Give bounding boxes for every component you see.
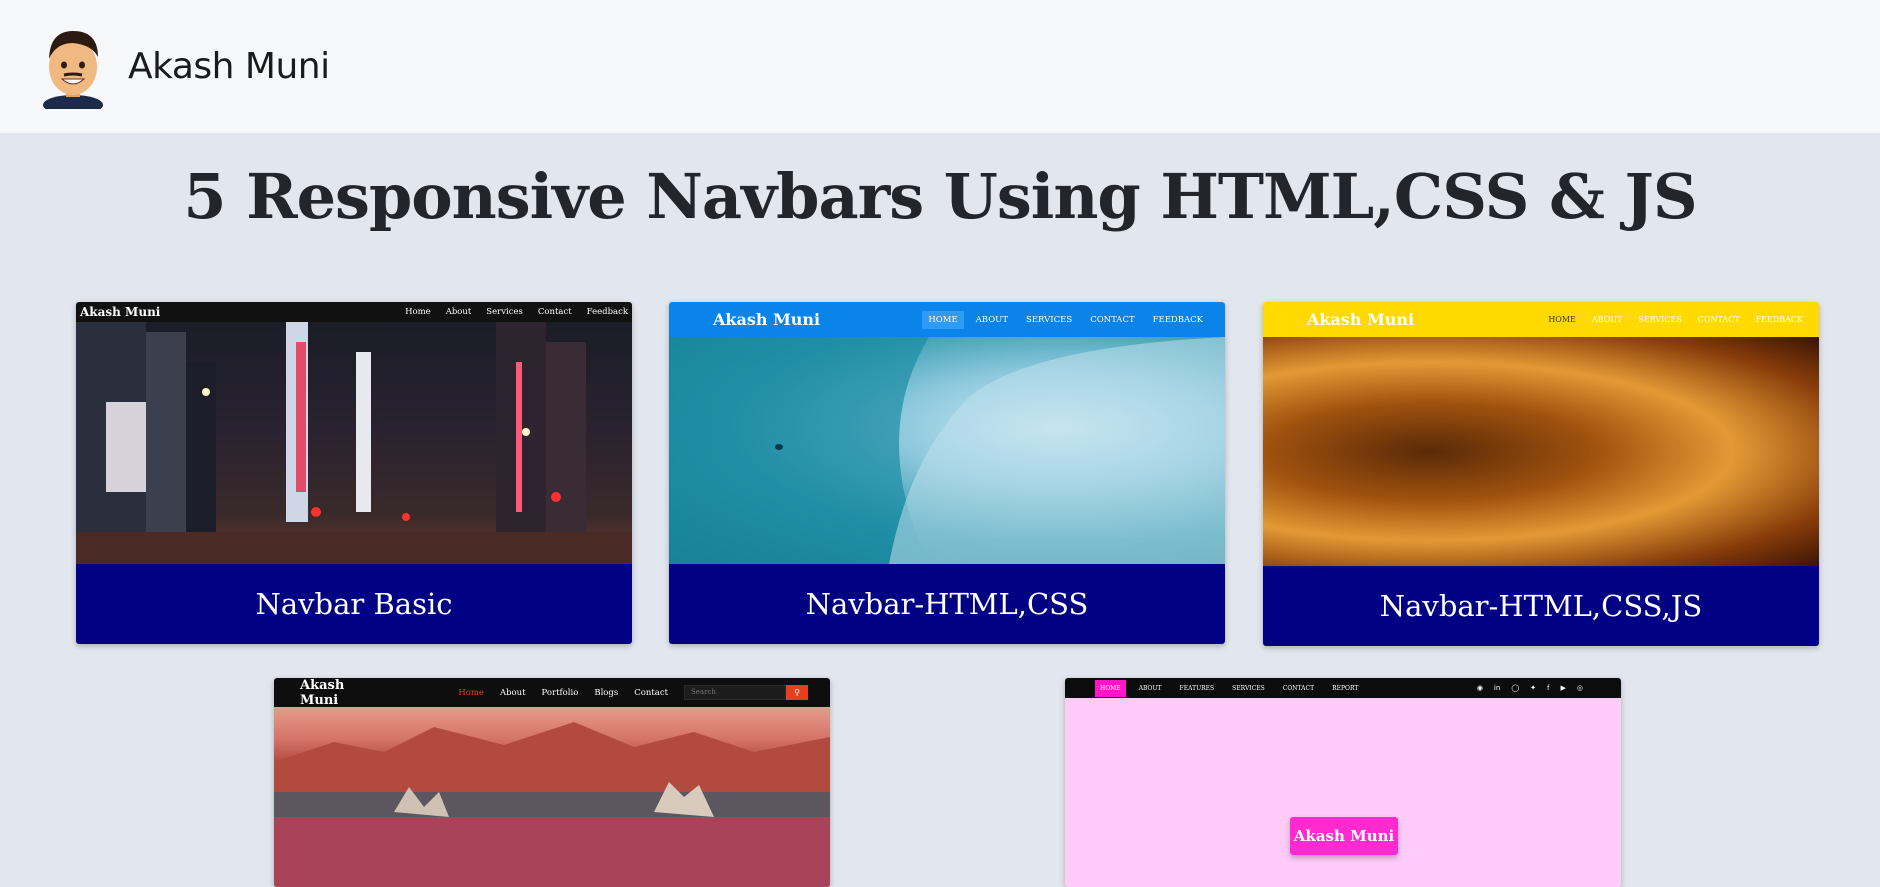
preview-link: About (445, 307, 472, 317)
preview-links: HOME ABOUT SERVICES CONTACT FEEDBACK (1548, 315, 1819, 324)
card-preview: Akash Muni HOME ABOUT SERVICES CONTACT F… (669, 302, 1225, 564)
page-title: 5 Responsive Navbars Using HTML,CSS & JS (183, 160, 1697, 233)
preview-link: SERVICES (1638, 315, 1682, 324)
preview-link: Services (486, 307, 523, 317)
preview-link: Contact (537, 307, 572, 317)
project-card-navbar-basic[interactable]: Akash Muni Home About Services Contact F… (76, 302, 632, 644)
card-title: Navbar-HTML,CSS (669, 564, 1225, 644)
preview-navbar: Akash Muni HOME ABOUT SERVICES CONTACT F… (1263, 302, 1819, 337)
search-icon: ⚲ (786, 685, 808, 700)
card-preview: Akash Muni Home About Portfolio Blogs Co… (274, 678, 830, 887)
twitter-icon: ✦ (1530, 684, 1537, 692)
preview-link: Feedback (586, 307, 628, 317)
preview-links: Home About Services Contact Feedback (390, 307, 628, 317)
preview-search-input: Search (684, 685, 786, 700)
card-preview: HOME ABOUT FEATURES SERVICES CONTACT REP… (1065, 678, 1621, 887)
project-card-navbar-social[interactable]: HOME ABOUT FEATURES SERVICES CONTACT REP… (1065, 678, 1621, 887)
preview-link: ABOUT (975, 314, 1009, 325)
brand-name[interactable]: Akash Muni (128, 46, 330, 87)
fire-clouds-image (1263, 337, 1819, 566)
preview-links: HOME ABOUT SERVICES CONTACT FEEDBACK (916, 310, 1209, 329)
preview-link: Contact (634, 687, 668, 698)
preview-link: Home (405, 307, 431, 317)
preview-link: FEEDBACK (1152, 314, 1203, 325)
github-icon: ◉ (1476, 684, 1483, 692)
preview-link: FEATURES (1179, 684, 1215, 692)
preview-link: FEEDBACK (1755, 315, 1803, 324)
preview-link: About (499, 687, 526, 698)
preview-logo: Akash Muni (300, 678, 345, 708)
project-card-navbar-search[interactable]: Akash Muni Home About Portfolio Blogs Co… (274, 678, 830, 887)
linkedin-icon: in (1493, 684, 1501, 692)
preview-link-active: HOME (1095, 679, 1126, 697)
avatar[interactable] (40, 25, 106, 115)
preview-link: ABOUT (1138, 684, 1162, 692)
card-title: Navbar Basic (76, 564, 632, 644)
preview-social-icons: ◉ in ◯ ✦ f ▶ ◎ (1466, 684, 1583, 692)
preview-logo: Akash Muni (713, 310, 821, 329)
city-night-image (76, 322, 632, 564)
card-title: Navbar-HTML,CSS,JS (1263, 566, 1819, 646)
preview-link: CONTACT (1697, 315, 1740, 324)
preview-links: HOME ABOUT FEATURES SERVICES CONTACT REP… (1095, 679, 1371, 697)
card-preview: Akash Muni HOME ABOUT SERVICES CONTACT F… (1263, 302, 1819, 566)
preview-link: REPORT (1332, 684, 1359, 692)
card-preview: Akash Muni Home About Services Contact F… (76, 302, 632, 564)
facebook-icon: f (1547, 684, 1550, 692)
preview-link: ABOUT (1591, 315, 1623, 324)
mountain-lake-image (274, 707, 830, 887)
dribbble-icon: ◎ (1576, 684, 1583, 692)
ocean-wave-image (669, 337, 1225, 564)
instagram-icon: ◯ (1511, 684, 1520, 692)
preview-logo: Akash Muni (80, 305, 161, 319)
preview-link: SERVICES (1026, 314, 1073, 325)
preview-link: Portfolio (541, 687, 579, 698)
preview-logo: Akash Muni (1307, 310, 1415, 329)
preview-link-active: HOME (1548, 315, 1576, 324)
pink-background (1065, 698, 1621, 887)
preview-navbar: Akash Muni HOME ABOUT SERVICES CONTACT F… (669, 302, 1225, 337)
project-card-navbar-html-css[interactable]: Akash Muni HOME ABOUT SERVICES CONTACT F… (669, 302, 1225, 644)
preview-links: Home About Portfolio Blogs Contact (458, 688, 684, 698)
preview-link: SERVICES (1232, 684, 1265, 692)
preview-search: Search ⚲ (684, 685, 808, 700)
preview-link: CONTACT (1282, 684, 1315, 692)
preview-link: Blogs (594, 687, 619, 698)
youtube-icon: ▶ (1560, 684, 1566, 692)
preview-link-active: HOME (922, 310, 964, 329)
preview-link-active: Home (458, 687, 484, 698)
preview-brand-pill: Akash Muni (1290, 817, 1398, 855)
preview-navbar: Akash Muni Home About Portfolio Blogs Co… (274, 678, 830, 708)
preview-link: CONTACT (1090, 314, 1135, 325)
preview-navbar: Akash Muni Home About Services Contact F… (76, 302, 632, 322)
top-navbar: Akash Muni (0, 0, 1880, 133)
project-card-navbar-html-css-js[interactable]: Akash Muni HOME ABOUT SERVICES CONTACT F… (1263, 302, 1819, 646)
preview-navbar: HOME ABOUT FEATURES SERVICES CONTACT REP… (1065, 678, 1621, 698)
